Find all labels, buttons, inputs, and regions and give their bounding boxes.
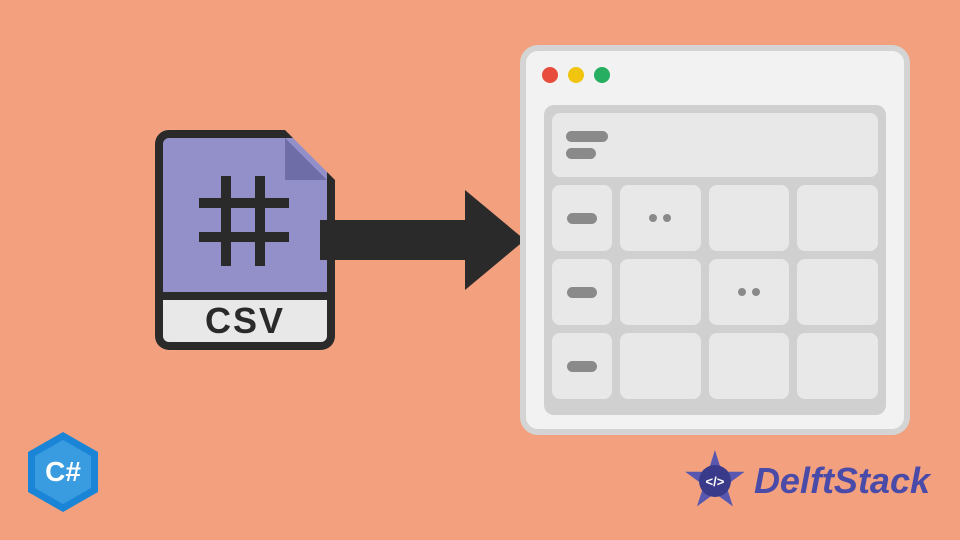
- file-body: [155, 130, 335, 300]
- table-row: [552, 185, 878, 251]
- table-cell: [709, 185, 790, 251]
- csharp-logo-icon: C#: [28, 432, 98, 512]
- row-header: [552, 185, 612, 251]
- maximize-dot-icon: [594, 67, 610, 83]
- table-cell: [797, 259, 878, 325]
- table-cell: [797, 185, 878, 251]
- hash-symbol: [199, 176, 289, 266]
- file-fold-corner: [285, 130, 335, 180]
- table-cell: [797, 333, 878, 399]
- close-dot-icon: [542, 67, 558, 83]
- csv-file-icon: CSV: [155, 130, 335, 350]
- delftstack-logo-icon: </>: [684, 450, 746, 512]
- data-table: [544, 105, 886, 415]
- delftstack-text: DelftStack: [754, 460, 930, 502]
- window-titlebar: [526, 51, 904, 99]
- arrow-icon: [320, 200, 530, 280]
- row-header: [552, 259, 612, 325]
- table-cell: [709, 333, 790, 399]
- table-cell: [620, 259, 701, 325]
- row-header: [552, 333, 612, 399]
- table-row: [552, 333, 878, 399]
- delftstack-brand: </> DelftStack: [684, 450, 930, 512]
- table-cell: [709, 259, 790, 325]
- datatable-window: [520, 45, 910, 435]
- csv-label: CSV: [155, 300, 335, 350]
- table-cell: [620, 185, 701, 251]
- table-cell: [620, 333, 701, 399]
- table-row: [552, 259, 878, 325]
- table-header: [552, 113, 878, 177]
- minimize-dot-icon: [568, 67, 584, 83]
